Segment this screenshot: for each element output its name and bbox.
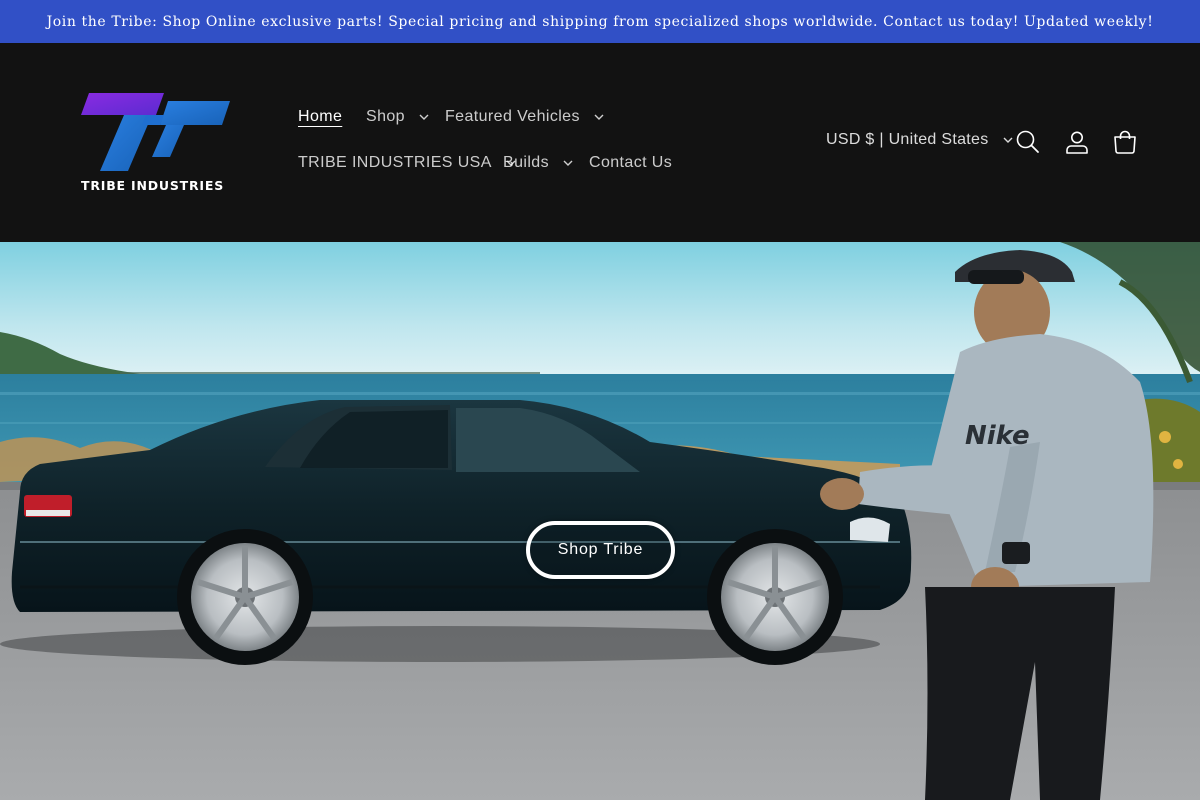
shop-tribe-button[interactable]: Shop Tribe: [526, 521, 675, 579]
country-currency-selector[interactable]: USD $ | United States: [826, 131, 1013, 149]
search-icon[interactable]: [1015, 129, 1041, 155]
nav-item-builds[interactable]: Builds: [503, 154, 573, 172]
chevron-down-icon: [1003, 135, 1013, 145]
chevron-down-icon: [563, 158, 573, 168]
cart-icon[interactable]: [1112, 129, 1138, 155]
nav-item-label: TRIBE INDUSTRIES USA: [298, 154, 492, 171]
nav-item-contact-us[interactable]: Contact Us: [589, 154, 672, 172]
account-icon[interactable]: [1064, 129, 1090, 155]
country-selector-label: USD $ | United States: [826, 131, 989, 148]
nav-item-home[interactable]: Home: [298, 108, 342, 126]
nav-item-shop[interactable]: Shop: [366, 108, 429, 126]
chevron-down-icon: [419, 112, 429, 122]
nav-item-label: Shop: [366, 108, 405, 125]
chevron-down-icon: [594, 112, 604, 122]
hero-banner: Nike Shop Tribe: [0, 242, 1200, 800]
shop-tribe-button-label: Shop Tribe: [557, 541, 644, 558]
announcement-bar: Join the Tribe: Shop Online exclusive pa…: [0, 0, 1200, 43]
site-logo[interactable]: TRIBE INDUSTRIES: [80, 91, 232, 196]
nav-item-featured-vehicles[interactable]: Featured Vehicles: [445, 108, 604, 126]
nav-item-label: Home: [298, 108, 343, 125]
shirt-logo-text: Nike: [965, 421, 1030, 451]
nav-item-label: Featured Vehicles: [445, 108, 580, 125]
logo-t-mark-icon: [81, 93, 230, 171]
nav-item-tribe-industries-usa[interactable]: TRIBE INDUSTRIES USA: [298, 154, 516, 172]
site-header: TRIBE INDUSTRIES Home Shop Featured Vehi…: [0, 43, 1200, 242]
announcement-text: Join the Tribe: Shop Online exclusive pa…: [46, 13, 1154, 30]
nav-item-label: Builds: [503, 154, 549, 171]
nav-item-label: Contact Us: [589, 154, 673, 171]
logo-wordmark: TRIBE INDUSTRIES: [81, 178, 225, 193]
